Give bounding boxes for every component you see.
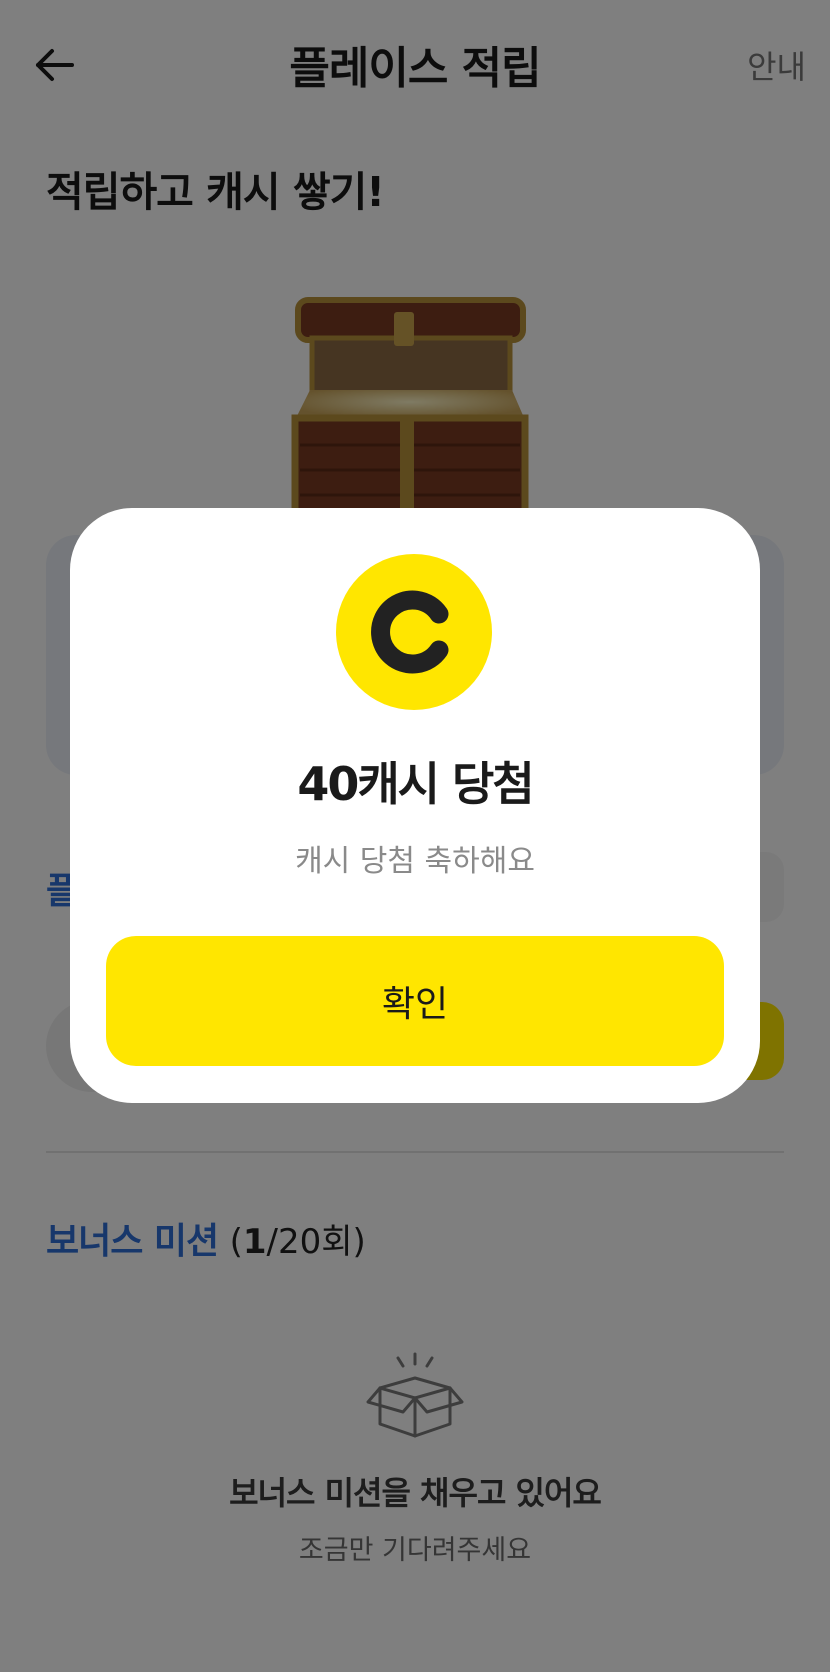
cash-coin-icon xyxy=(336,554,492,710)
dialog-title: 40캐시 당첨 xyxy=(297,757,534,811)
reward-dialog: 40캐시 당첨 캐시 당첨 축하해요 확인 xyxy=(70,508,760,1103)
confirm-button[interactable]: 확인 xyxy=(106,936,724,1066)
dialog-subtitle: 캐시 당첨 축하해요 xyxy=(295,844,535,879)
